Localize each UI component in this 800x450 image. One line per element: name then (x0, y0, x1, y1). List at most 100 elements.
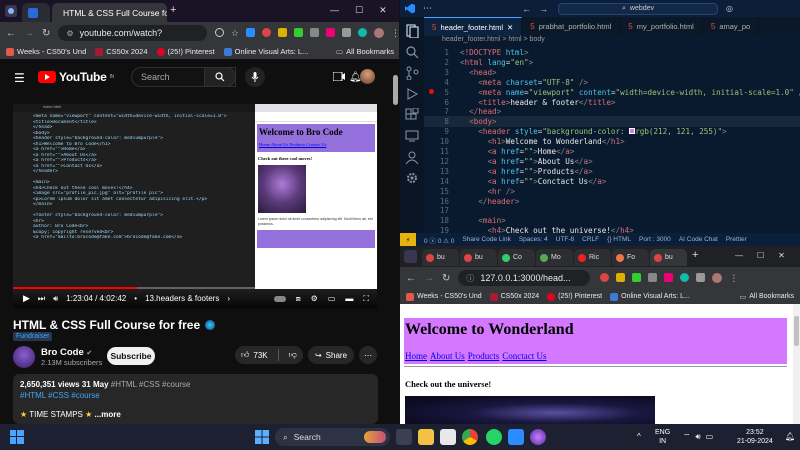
status-encoding[interactable]: UTF-8 (556, 236, 574, 243)
ext-icon[interactable] (294, 27, 303, 37)
notification-bell-icon[interactable]: 🔔︎ (785, 432, 795, 441)
tab-pinned[interactable] (22, 3, 50, 22)
status-live-server[interactable]: Port : 3000 (639, 236, 671, 243)
video-chapter[interactable]: 13.headers & footers (145, 294, 219, 303)
nav-link-home[interactable]: Home (405, 351, 427, 361)
fundraiser-badge[interactable]: Fundraiser (13, 332, 53, 341)
status-prettier[interactable]: Prettier (726, 236, 747, 243)
ext-icon[interactable] (358, 27, 367, 37)
tray-overflow-icon[interactable]: ^ (637, 432, 641, 441)
settings-gear-icon[interactable]: ⚙ (311, 294, 318, 304)
ext-icon[interactable] (680, 272, 690, 282)
profile-avatar[interactable] (712, 272, 723, 283)
breakpoint-dot[interactable] (429, 89, 434, 94)
forward-icon[interactable]: → (24, 28, 34, 39)
star-icon[interactable]: ☆ (231, 28, 239, 39)
task-view-icon[interactable] (396, 429, 412, 445)
ext-icon[interactable] (310, 27, 319, 37)
reload-icon[interactable]: ↻ (42, 28, 50, 39)
editor-tab[interactable]: 5 prabhat_portfolio.html (522, 17, 621, 36)
ext-icon[interactable] (664, 272, 674, 282)
minimize-icon[interactable]: — (735, 251, 743, 260)
back-icon[interactable]: ← (406, 273, 416, 284)
bookmark-item[interactable]: Online Visual Arts: L... (223, 47, 308, 56)
browser-tab[interactable]: Co (498, 249, 535, 266)
new-tab-button[interactable]: + (170, 4, 176, 16)
whatsapp-icon[interactable] (486, 429, 502, 445)
source-control-icon[interactable] (405, 66, 419, 80)
description-hashtags[interactable]: #HTML #CSS #course (20, 391, 100, 400)
reload-icon[interactable]: ↻ (442, 273, 450, 284)
remote-explorer-icon[interactable] (405, 129, 419, 143)
system-tray[interactable]: ⌔ 🔊︎ ▭ (683, 432, 713, 442)
search-button[interactable] (204, 67, 236, 87)
account-icon[interactable] (405, 150, 419, 164)
more-actions-button[interactable]: ⋯ (359, 346, 377, 364)
tab-search-icon[interactable] (4, 4, 18, 18)
ext-icon[interactable] (616, 272, 626, 282)
extensions-icon[interactable] (405, 108, 419, 122)
site-info-icon[interactable]: ⓘ (466, 273, 474, 284)
share-button[interactable]: ↪ Share (308, 346, 354, 364)
ext-icon[interactable] (278, 27, 287, 37)
file-explorer-icon[interactable] (418, 429, 434, 445)
close-window-icon[interactable]: ✕ (379, 5, 387, 16)
nav-link-contact[interactable]: Conctact Us (502, 351, 546, 361)
run-debug-icon[interactable] (405, 87, 419, 101)
theater-mode-icon[interactable]: ▬ (345, 294, 353, 304)
settings-gear-icon[interactable] (405, 171, 419, 185)
ext-icon[interactable] (342, 27, 351, 37)
ext-icon[interactable] (648, 272, 658, 282)
browser-tab[interactable]: bu (460, 249, 497, 266)
all-bookmarks[interactable]: ▭ All Bookmarks (336, 47, 394, 56)
browser-tab[interactable]: bu (650, 249, 687, 266)
language-indicator[interactable]: ENG IN (655, 428, 670, 446)
ext-icon[interactable] (632, 272, 642, 282)
menu-icon[interactable]: ⋯ (423, 3, 432, 14)
ext-icon[interactable] (262, 27, 271, 37)
autoplay-toggle[interactable] (273, 295, 286, 302)
voice-search-button[interactable] (245, 67, 265, 87)
hamburger-menu-icon[interactable]: ☰ (14, 71, 25, 85)
store-icon[interactable] (440, 429, 456, 445)
nav-link-about[interactable]: About Us (430, 351, 465, 361)
close-tab-icon[interactable]: ✕ (507, 23, 513, 32)
youtube-logo[interactable]: YouTube IN (38, 70, 114, 84)
bookmark-item[interactable]: (25!) Pinterest (547, 292, 602, 301)
play-icon[interactable]: ▶ (23, 293, 30, 304)
fullscreen-icon[interactable]: ⛶ (363, 294, 369, 304)
maximize-icon[interactable]: ☐ (757, 251, 764, 260)
nav-link-products[interactable]: Products (468, 351, 500, 361)
app-icon[interactable] (530, 429, 546, 445)
chrome-icon[interactable] (462, 429, 478, 445)
editor-tab[interactable]: 5 amay_po (703, 17, 760, 36)
bookmark-item[interactable]: CS50x 2024 (489, 292, 539, 301)
bookmark-item[interactable]: Weeks - CS50's Und (6, 47, 86, 56)
status-language[interactable]: {} HTML (607, 236, 631, 243)
subscribe-button[interactable]: Subscribe (107, 347, 155, 365)
volume-icon[interactable]: 🔊︎ (53, 294, 58, 304)
browser-tab[interactable]: Fo (612, 249, 649, 266)
bookmark-item[interactable]: Weeks - CS50's Und (406, 292, 482, 301)
browser-tab[interactable]: Mo (536, 249, 573, 266)
user-avatar[interactable] (360, 69, 375, 84)
scrollbar-thumb[interactable] (393, 75, 398, 105)
back-arrow-icon[interactable]: ← (522, 4, 531, 14)
status-eol[interactable]: CRLF (582, 236, 599, 243)
code-editor[interactable]: 1 <!DOCTYPE html> 2 <html lang="en"> 3 <head… (424, 47, 800, 235)
editor-tab[interactable]: 5 my_portfolio.html (620, 17, 703, 36)
start-windows-icon[interactable] (255, 430, 269, 444)
bookmark-item[interactable]: Online Visual Arts: L... (610, 292, 690, 301)
eye-off-icon[interactable] (214, 27, 224, 37)
ext-icon[interactable] (600, 272, 610, 282)
breadcrumb[interactable]: header_footer.html > html > body (424, 36, 800, 47)
url-omnibox[interactable]: ⚙ youtube.com/watch? (58, 25, 207, 41)
close-window-icon[interactable]: ✕ (778, 251, 785, 260)
status-spaces[interactable]: Spaces: 4 (519, 236, 548, 243)
editor-tab[interactable]: 5 header_footer.html ✕ (424, 17, 523, 36)
scrollbar-thumb[interactable] (794, 316, 799, 346)
ext-icon[interactable] (246, 27, 255, 37)
status-ai-chat[interactable]: AI Code Chat (679, 236, 718, 243)
bookmark-item[interactable]: CS50x 2024 (95, 47, 148, 56)
scrollbar[interactable] (393, 60, 398, 420)
